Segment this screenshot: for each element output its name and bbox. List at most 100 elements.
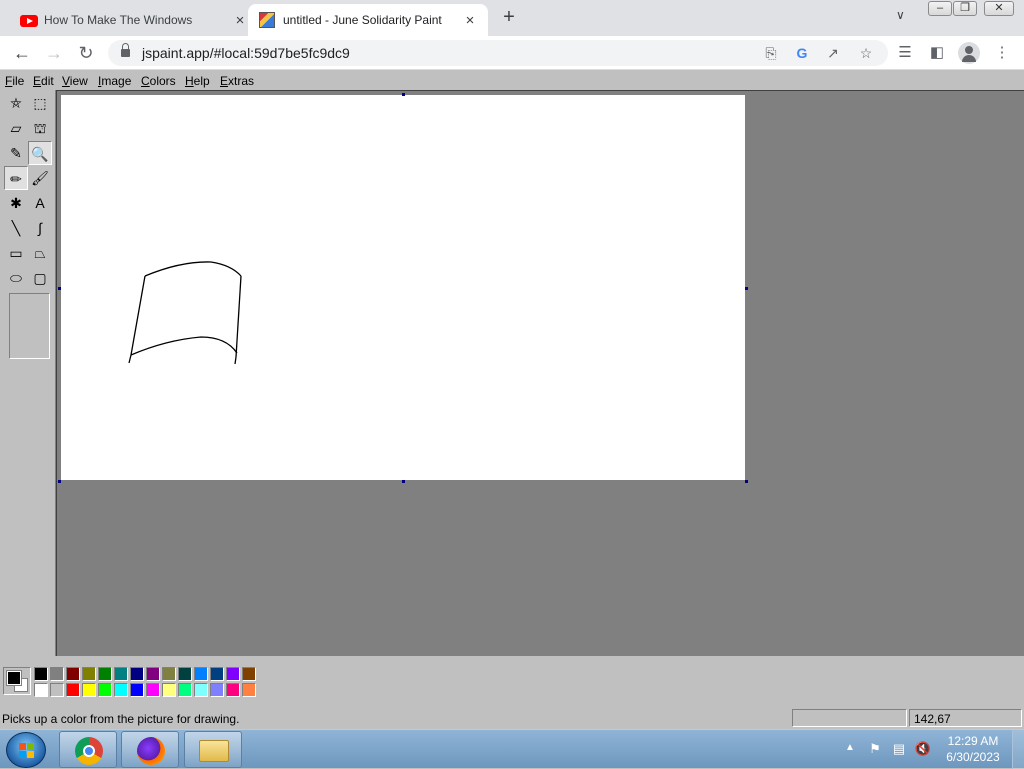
color-swatch[interactable] <box>82 683 96 697</box>
color-swatch[interactable] <box>194 683 208 697</box>
address-bar[interactable]: jspaint.app/#local:59d7be5fc9dc9 ⎘ G ↗ ☆ <box>108 40 888 66</box>
tool-brush[interactable]: 🖌 <box>28 166 52 190</box>
tool-pencil[interactable]: ✏ <box>4 166 28 190</box>
color-swatch[interactable] <box>242 683 256 697</box>
color-swatch[interactable] <box>34 667 48 681</box>
volume-muted-icon[interactable]: 🔇 <box>914 740 932 758</box>
color-swatch[interactable] <box>146 667 160 681</box>
more-menu-icon[interactable]: ⋮ <box>993 44 1011 62</box>
tool-airbrush[interactable]: ✱ <box>4 191 28 215</box>
canvas-drawing <box>128 261 242 365</box>
tool-free-form-select[interactable]: ⛤ <box>4 91 28 115</box>
clock-date: 6/30/2023 <box>946 750 1000 764</box>
taskbar-firefox-button[interactable] <box>121 731 179 768</box>
paint-icon <box>259 12 275 28</box>
reload-icon[interactable]: ↻ <box>74 41 98 65</box>
tool-rounded-rectangle[interactable]: ▢ <box>28 266 52 290</box>
color-swatch[interactable] <box>178 683 192 697</box>
paint-toolbox: ⛤ ⬚ ▱ ⛫ ✎ 🔍 ✏ 🖌 ✱ A ╲ ∫ ▭ ⏢ ⬭ ▢ <box>0 90 56 656</box>
color-swatch[interactable] <box>194 667 208 681</box>
menu-view[interactable]: View <box>62 74 88 88</box>
tool-polygon[interactable]: ⏢ <box>28 241 52 265</box>
color-swatch[interactable] <box>210 667 224 681</box>
tab-jspaint[interactable]: untitled - June Solidarity Paint × <box>248 4 488 36</box>
tool-magnifier[interactable]: 🔍 <box>28 141 52 165</box>
window-minimize-button[interactable]: – <box>928 1 952 16</box>
tool-curve[interactable]: ∫ <box>28 216 52 240</box>
menu-help[interactable]: Help <box>185 74 210 88</box>
color-swatch[interactable] <box>82 667 96 681</box>
taskbar-chrome-button[interactable] <box>59 731 117 768</box>
taskbar-clock[interactable]: 12:29 AM 6/30/2023 <box>940 733 1006 765</box>
bookmark-star-icon[interactable]: ☆ <box>857 44 875 62</box>
tab-title: How To Make The Windows Xp In <box>44 13 194 27</box>
color-swatch[interactable] <box>50 683 64 697</box>
color-swatch[interactable] <box>226 683 240 697</box>
color-swatch[interactable] <box>50 667 64 681</box>
share-icon[interactable]: ↗ <box>824 44 842 62</box>
clipboard-icon[interactable]: ⎘ <box>762 44 780 62</box>
tool-rectangle[interactable]: ▭ <box>4 241 28 265</box>
color-swatch[interactable] <box>162 667 176 681</box>
start-button[interactable] <box>6 732 46 768</box>
reading-list-icon[interactable]: ☰ <box>896 44 914 62</box>
resize-handle-top <box>402 93 405 96</box>
foreground-color[interactable] <box>6 670 22 686</box>
color-swatch[interactable] <box>34 683 48 697</box>
tool-pick-color[interactable]: ✎ <box>4 141 28 165</box>
color-swatch[interactable] <box>66 667 80 681</box>
tab-close-icon[interactable]: × <box>461 12 479 29</box>
google-icon[interactable]: G <box>793 44 811 62</box>
side-panel-icon[interactable]: ◧ <box>928 44 946 62</box>
color-swatch[interactable] <box>98 667 112 681</box>
url-text[interactable]: jspaint.app/#local:59d7be5fc9dc9 <box>142 45 350 61</box>
drawing-canvas[interactable] <box>61 95 745 480</box>
lock-icon[interactable] <box>121 43 130 58</box>
color-swatch[interactable] <box>178 667 192 681</box>
tray-overflow-icon[interactable]: ▲ <box>845 742 855 753</box>
tool-select[interactable]: ⬚ <box>28 91 52 115</box>
window-close-button[interactable]: ✕ <box>984 1 1014 16</box>
menu-edit[interactable]: Edit <box>33 74 54 88</box>
color-swatch[interactable] <box>146 683 160 697</box>
forward-arrow-icon[interactable]: → <box>42 41 66 65</box>
resize-handle-corner[interactable] <box>745 480 748 483</box>
action-center-icon[interactable]: ⚑ <box>866 740 884 758</box>
color-swatch[interactable] <box>162 683 176 697</box>
tool-ellipse[interactable]: ⬭ <box>4 266 28 290</box>
tab-search-chevron-icon[interactable]: ∨ <box>896 8 905 22</box>
show-desktop-button[interactable] <box>1012 730 1024 769</box>
resize-handle-right[interactable] <box>745 287 748 290</box>
color-swatch[interactable] <box>210 683 224 697</box>
color-swatch[interactable] <box>130 683 144 697</box>
color-swatch[interactable] <box>114 667 128 681</box>
menu-image[interactable]: Image <box>98 74 131 88</box>
menu-colors[interactable]: Colors <box>141 74 176 88</box>
window-maximize-button[interactable]: ❐ <box>953 1 977 16</box>
tool-options-panel[interactable] <box>9 293 50 359</box>
color-swatch[interactable] <box>130 667 144 681</box>
menu-extras[interactable]: Extras <box>220 74 254 88</box>
tab-close-icon[interactable]: × <box>231 12 249 29</box>
status-coordinates: 142,67 <box>909 709 1022 727</box>
tool-text[interactable]: A <box>28 191 52 215</box>
menu-file[interactable]: File <box>5 74 24 88</box>
new-tab-button[interactable]: + <box>499 6 519 28</box>
current-colors[interactable] <box>3 667 31 695</box>
tool-eraser[interactable]: ▱ <box>4 116 28 140</box>
browser-tab-strip: How To Make The Windows Xp In × untitled… <box>0 0 1024 36</box>
color-swatch[interactable] <box>66 683 80 697</box>
profile-avatar-icon[interactable] <box>958 42 980 64</box>
tool-line[interactable]: ╲ <box>4 216 28 240</box>
color-swatch[interactable] <box>98 683 112 697</box>
network-icon[interactable]: ▤ <box>890 740 908 758</box>
tab-youtube[interactable]: How To Make The Windows Xp In × <box>8 4 248 36</box>
resize-handle-bottom[interactable] <box>402 480 405 483</box>
back-arrow-icon[interactable]: ← <box>10 41 34 65</box>
color-swatch[interactable] <box>226 667 240 681</box>
color-swatch[interactable] <box>114 683 128 697</box>
tool-fill-with-color[interactable]: ⛫ <box>28 116 52 140</box>
color-swatch[interactable] <box>242 667 256 681</box>
taskbar-explorer-button[interactable] <box>184 731 242 768</box>
status-bar: Picks up a color from the picture for dr… <box>0 707 1024 729</box>
